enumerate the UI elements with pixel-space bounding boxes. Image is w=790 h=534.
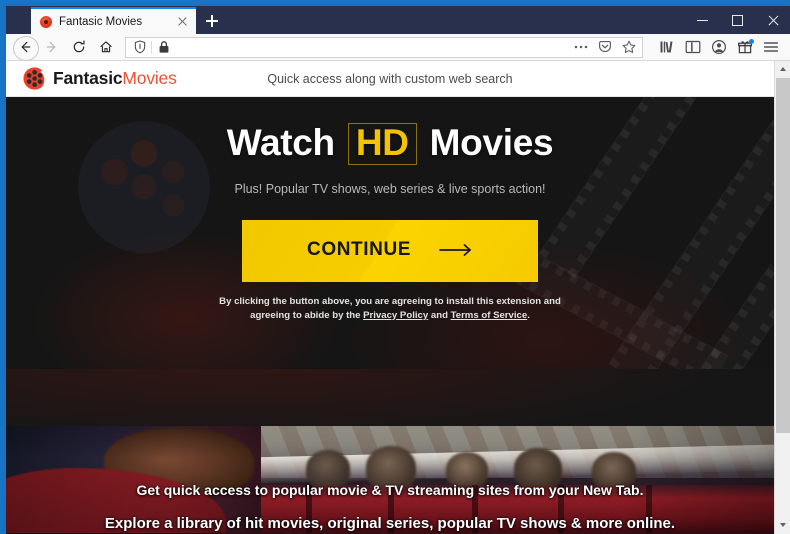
gift-notification-badge: [749, 39, 754, 44]
continue-button-label: CONTINUE: [307, 238, 412, 260]
cinema-banner: Get quick access to popular movie & TV s…: [6, 426, 774, 533]
filler-glow: [6, 369, 774, 426]
browser-tab[interactable]: Fantasic Movies: [31, 7, 196, 34]
install-disclaimer: By clicking the button above, you are ag…: [210, 295, 570, 323]
new-tab-button[interactable]: [196, 7, 228, 34]
sidebar-panel-icon[interactable]: [681, 36, 705, 58]
hero-section: Watch HD Movies Plus! Popular TV shows, …: [6, 97, 774, 369]
home-icon[interactable]: [94, 36, 118, 58]
privacy-policy-link[interactable]: Privacy Policy: [363, 310, 428, 321]
close-window-button[interactable]: [755, 6, 790, 34]
web-page: FantasicMovies Quick access along with c…: [6, 61, 774, 534]
hd-badge: HD: [347, 123, 417, 165]
tab-title: Fantasic Movies: [59, 15, 143, 28]
right-arrow-icon: [439, 241, 473, 263]
headline-after: Movies: [429, 122, 554, 163]
cinema-line-2: Explore a library of hit movies, origina…: [104, 515, 676, 532]
disclaimer-text-end: .: [527, 309, 530, 321]
back-arrow-icon[interactable]: [13, 35, 39, 61]
maximize-button[interactable]: [720, 6, 755, 34]
page-scrollbar[interactable]: [774, 61, 790, 534]
address-bar[interactable]: [125, 36, 643, 58]
hero-subheadline: Plus! Popular TV shows, web series & liv…: [234, 181, 546, 196]
cinema-line-1: Get quick access to popular movie & TV s…: [136, 482, 644, 498]
terms-of-service-link[interactable]: Terms of Service: [451, 310, 528, 321]
scroll-down-icon[interactable]: [775, 517, 790, 534]
library-books-icon[interactable]: [655, 36, 679, 58]
url-bar-actions: [569, 38, 640, 57]
scrollbar-thumb[interactable]: [776, 78, 790, 433]
hamburger-menu-icon[interactable]: [759, 36, 783, 58]
navigation-toolbar: [6, 34, 790, 61]
film-reel-favicon-icon: [40, 15, 52, 28]
continue-button[interactable]: CONTINUE: [242, 219, 538, 282]
hero-content: Watch HD Movies Plus! Popular TV shows, …: [6, 97, 774, 323]
toolbar-end-buttons: [652, 36, 783, 58]
cinema-callout-text: Get quick access to popular movie & TV s…: [6, 482, 774, 532]
close-tab-icon[interactable]: [174, 14, 190, 30]
pocket-icon[interactable]: [593, 38, 616, 57]
reload-icon[interactable]: [67, 36, 91, 58]
hero-filler-band: [6, 369, 774, 426]
padlock-icon[interactable]: [152, 38, 175, 57]
title-bar: Fantasic Movies: [6, 6, 790, 34]
headline-before: Watch: [226, 122, 335, 163]
brand-name: FantasicMovies: [53, 68, 177, 89]
disclaimer-text-mid: and: [428, 309, 451, 321]
gift-icon[interactable]: [733, 36, 757, 58]
account-avatar-icon[interactable]: [707, 36, 731, 58]
film-reel-logo-icon: [22, 65, 49, 92]
site-header: FantasicMovies Quick access along with c…: [6, 61, 774, 97]
brand-name-part1: Fantasic: [53, 68, 123, 88]
tracking-protection-shield-icon[interactable]: [128, 38, 151, 57]
url-input[interactable]: [175, 38, 569, 56]
tab-strip: Fantasic Movies: [6, 6, 228, 34]
window-controls: [685, 6, 790, 34]
scroll-up-icon[interactable]: [775, 61, 790, 78]
site-logo[interactable]: FantasicMovies: [6, 65, 177, 92]
page-viewport: FantasicMovies Quick access along with c…: [6, 61, 790, 534]
minimize-button[interactable]: [685, 6, 720, 34]
browser-window: Fantasic Movies FantasicMovies Quick acc…: [0, 0, 790, 534]
brand-name-part2: Movies: [122, 68, 177, 88]
page-actions-ellipsis-icon[interactable]: [569, 38, 592, 57]
bookmark-star-icon[interactable]: [617, 38, 640, 57]
forward-arrow-icon[interactable]: [40, 36, 64, 58]
hero-headline: Watch HD Movies: [6, 123, 774, 165]
